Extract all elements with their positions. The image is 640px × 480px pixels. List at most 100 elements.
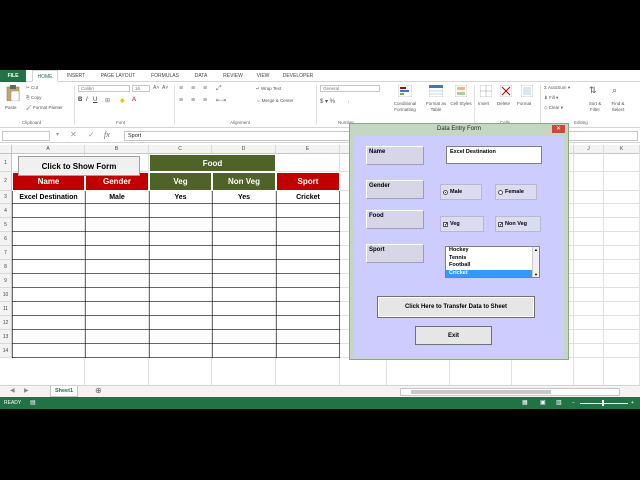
female-radio[interactable]: Female [495,184,537,200]
select-all-corner[interactable] [0,145,12,154]
column-header-a[interactable]: A [12,145,85,154]
name-box-dropdown-icon[interactable]: ▾ [56,131,59,138]
row-header-4[interactable]: 4 [0,204,12,218]
column-header-e[interactable]: E [276,145,340,154]
fill-color-icon[interactable]: ◆ [120,97,125,104]
cut-button[interactable]: ✂ Cut [26,85,38,91]
underline-icon[interactable]: U [93,97,97,103]
insert-function-icon[interactable]: fx [104,130,110,139]
veg-checkbox[interactable]: ✓ Veg [440,216,484,232]
column-header-d[interactable]: D [212,145,276,154]
list-item[interactable]: Tennis [446,255,539,263]
borders-icon[interactable]: ⊞ [105,97,110,104]
align-right-icon[interactable]: ≡ [203,97,207,104]
sort-filter-button[interactable]: ⇅ Sort & Filter [584,85,604,119]
copy-button[interactable]: ⎘ Copy [26,95,41,100]
row-header-13[interactable]: 13 [0,330,12,344]
exit-button[interactable]: Exit [415,326,492,345]
font-name-select[interactable]: Calibri [78,85,130,92]
normal-view-icon[interactable]: ▦ [522,397,528,409]
tab-formulas[interactable]: FORMULAS [146,70,184,82]
tab-home[interactable]: HOME [32,70,58,82]
row-header-8[interactable]: 8 [0,260,12,274]
clear-button[interactable]: ◇ Clear ▾ [544,105,563,111]
dialog-close-button[interactable]: ✕ [552,125,565,133]
transfer-data-button[interactable]: Click Here to Transfer Data to Sheet [377,296,535,318]
cancel-entry-icon[interactable]: ✕ [70,130,77,139]
conditional-formatting-button[interactable]: Conditional Formatting [388,85,422,119]
listbox-scrollbar[interactable]: ▲ ▼ [532,247,539,277]
align-middle-icon[interactable]: ≡ [191,85,195,92]
number-format-select[interactable]: General [320,85,380,92]
zoom-slider-thumb[interactable] [602,400,604,406]
add-sheet-icon[interactable]: ⊕ [95,386,102,395]
column-header-k[interactable]: K [604,145,640,154]
page-layout-view-icon[interactable]: ▣ [540,397,546,409]
font-color-icon[interactable]: A [132,97,136,103]
macro-record-icon[interactable]: ▤ [30,397,36,409]
tab-insert[interactable]: INSERT [62,70,90,82]
tab-developer[interactable]: DEVELOPER [278,70,318,82]
prev-sheet-icon[interactable]: ◀ [10,387,15,394]
zoom-slider[interactable] [580,400,628,406]
format-as-table-button[interactable]: Format as Table [422,85,450,119]
tab-page-layout[interactable]: PAGE LAYOUT [94,70,142,82]
align-left-icon[interactable]: ≡ [179,97,183,104]
align-center-icon[interactable]: ≡ [191,97,195,104]
cell-styles-button[interactable]: Cell Styles [450,85,472,119]
font-size-select[interactable]: 16 [132,85,150,92]
row-header-6[interactable]: 6 [0,232,12,246]
column-header-j[interactable]: J [574,145,604,154]
zoom-out-icon[interactable]: − [572,397,575,409]
column-header-b[interactable]: B [85,145,149,154]
delete-cells-button[interactable]: Delete [496,85,516,115]
format-cells-button[interactable]: Format [516,85,538,115]
row-header-12[interactable]: 12 [0,316,12,330]
male-radio[interactable]: Male [440,184,482,200]
column-header-c[interactable]: C [149,145,212,154]
header-sport-cell[interactable]: Sport [276,172,340,191]
fill-button[interactable]: ⬇ Fill ▾ [544,95,558,101]
header-nonveg-cell[interactable]: Non Veg [212,172,276,191]
list-item-selected[interactable]: Cricket [446,269,539,277]
format-painter-button[interactable]: 🖌 Format Painter [26,105,63,111]
align-bottom-icon[interactable]: ≡ [203,85,207,92]
row-header-14[interactable]: 14 [0,344,12,358]
row-header-2[interactable]: 2 [0,172,12,191]
currency-icon[interactable]: $ ▾ % [320,98,335,105]
nonveg-checkbox[interactable]: ✓ Non Veg [495,216,541,232]
row-header-9[interactable]: 9 [0,274,12,288]
comma-style-icon[interactable]: , [348,98,349,104]
tab-file[interactable]: FILE [0,70,26,82]
next-sheet-icon[interactable]: ▶ [24,387,29,394]
find-select-button[interactable]: ⌕ Find & Select [606,85,628,119]
wrap-text-button[interactable]: ↵ Wrap Text [256,86,281,92]
horizontal-scrollbar[interactable] [400,388,620,396]
food-header-cell[interactable]: Food [149,154,276,172]
tab-data[interactable]: DATA [188,70,214,82]
tab-review[interactable]: REVIEW [218,70,248,82]
shrink-font-icon[interactable]: A˅ [162,85,168,91]
scroll-down-icon[interactable]: ▼ [534,272,538,277]
bold-icon[interactable]: B [78,97,82,103]
align-top-icon[interactable]: ≡ [179,85,183,92]
row-header-1[interactable]: 1 [0,154,12,172]
header-veg-cell[interactable]: Veg [149,172,212,191]
insert-cells-button[interactable]: Insert [476,85,496,115]
row-header-10[interactable]: 10 [0,288,12,302]
zoom-in-icon[interactable]: + [631,397,634,409]
list-item[interactable]: Football [446,262,539,270]
row-header-7[interactable]: 7 [0,246,12,260]
show-form-button[interactable]: Click to Show Form [18,156,140,176]
sport-listbox[interactable]: Hockey Tennis Football Cricket ▲ ▼ [445,246,540,278]
list-item[interactable]: Hockey [446,247,539,255]
confirm-entry-icon[interactable]: ✓ [88,130,95,139]
row-header-11[interactable]: 11 [0,302,12,316]
paste-button[interactable]: Paste [3,85,23,115]
scrollbar-thumb[interactable] [411,390,551,394]
grow-font-icon[interactable]: A˄ [153,85,159,91]
tab-view[interactable]: VIEW [252,70,274,82]
page-break-view-icon[interactable]: ▥ [556,397,562,409]
row-header-5[interactable]: 5 [0,218,12,232]
orientation-icon[interactable]: ⤢ [216,85,222,93]
